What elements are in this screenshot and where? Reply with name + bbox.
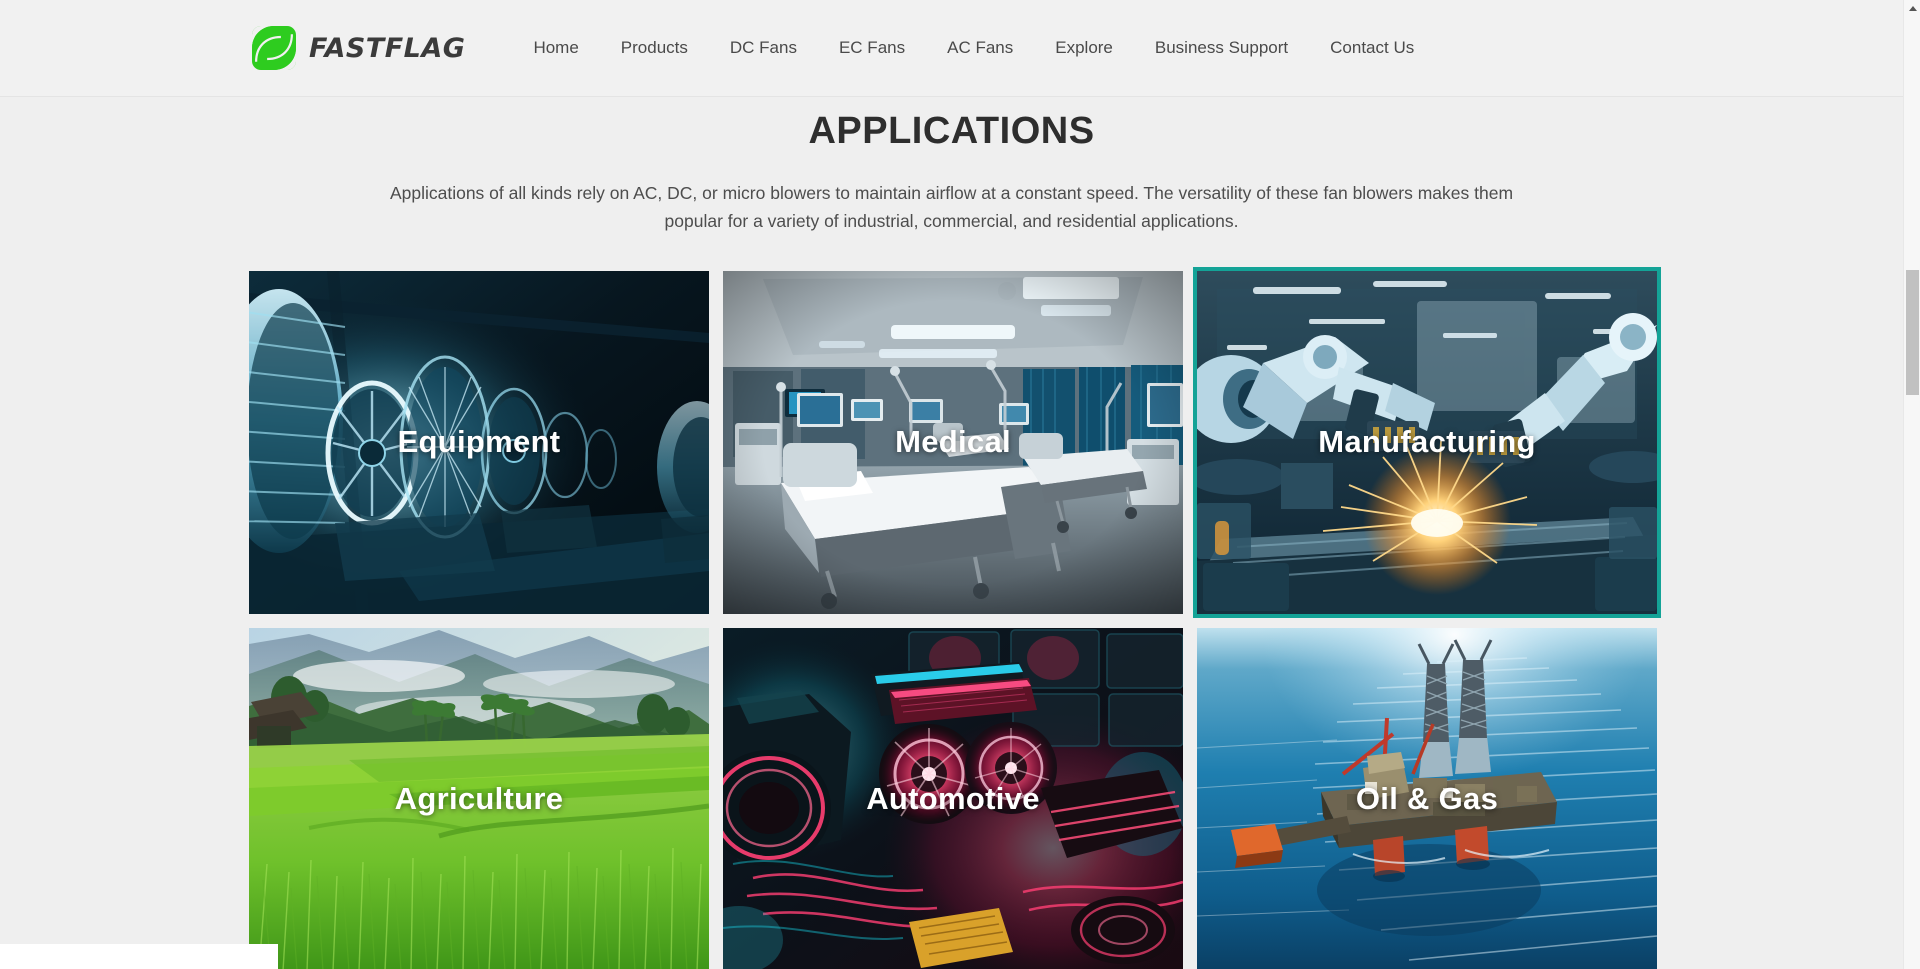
page-description: Applications of all kinds rely on AC, DC… <box>389 182 1514 231</box>
application-card-equipment[interactable]: Equipment <box>249 270 709 614</box>
nav-item-home[interactable]: Home <box>533 28 578 68</box>
application-card-oil-and-gas[interactable]: Oil & Gas <box>1197 627 1657 969</box>
nav-item-explore[interactable]: Explore <box>1055 28 1113 68</box>
nav-item-ac-fans[interactable]: AC Fans <box>947 28 1013 68</box>
main-navigation: Home Products DC Fans EC Fans AC Fans Ex… <box>527 28 1414 68</box>
nav-item-business-support[interactable]: Business Support <box>1155 28 1288 68</box>
turbine-hall-image <box>249 270 709 614</box>
fastflag-logo-icon <box>252 26 296 70</box>
browser-status-bar <box>0 944 278 969</box>
nav-item-ec-fans[interactable]: EC Fans <box>839 28 905 68</box>
page-surface: FASTFLAG Home Products DC Fans EC Fans A… <box>0 0 1903 969</box>
scrollbar-thumb[interactable] <box>1906 270 1919 395</box>
application-card-automotive[interactable]: Automotive <box>723 627 1183 969</box>
applications-intro: APPLICATIONS Applications of all kinds r… <box>0 97 1903 235</box>
browser-viewport: FASTFLAG Home Products DC Fans EC Fans A… <box>0 0 1920 969</box>
application-card-medical[interactable]: Medical <box>723 270 1183 614</box>
brand-name: FASTFLAG <box>309 32 466 64</box>
nav-item-products[interactable]: Products <box>621 28 688 68</box>
brand-logo-link[interactable]: FASTFLAG <box>252 26 465 70</box>
nav-item-contact-us[interactable]: Contact Us <box>1330 28 1414 68</box>
offshore-rig-image <box>1197 627 1657 969</box>
hospital-ward-image <box>723 270 1183 614</box>
rice-field-image <box>249 627 709 969</box>
site-header: FASTFLAG Home Products DC Fans EC Fans A… <box>0 0 1903 97</box>
application-card-manufacturing[interactable]: Manufacturing <box>1193 266 1661 618</box>
applications-grid: Equipment Medical Manufacturing Agricult… <box>249 266 1661 969</box>
neon-engine-image <box>723 627 1183 969</box>
page-title: APPLICATIONS <box>808 110 1095 152</box>
application-card-agriculture[interactable]: Agriculture <box>249 627 709 969</box>
robot-welding-image <box>1197 270 1657 614</box>
scroll-up-arrow-icon[interactable] <box>1904 0 1920 17</box>
nav-item-dc-fans[interactable]: DC Fans <box>730 28 797 68</box>
vertical-scrollbar[interactable] <box>1903 0 1920 969</box>
